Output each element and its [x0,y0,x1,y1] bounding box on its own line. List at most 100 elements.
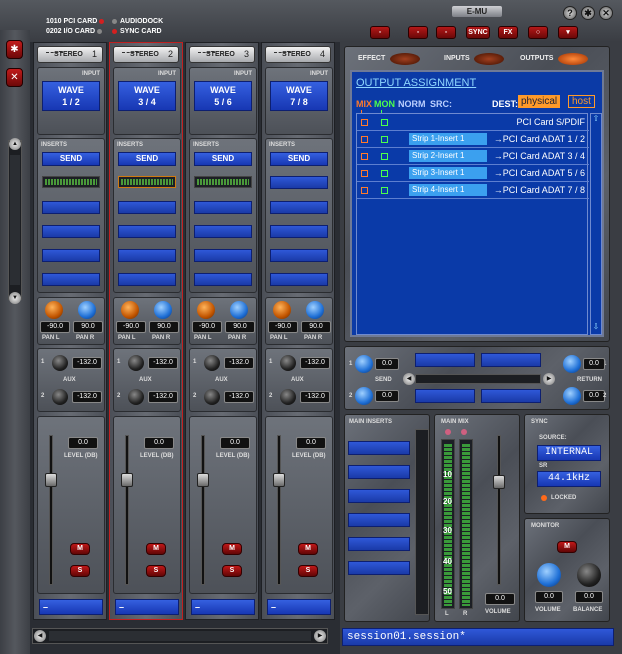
pan-right-knob[interactable] [154,301,172,319]
level-fader-handle[interactable] [197,473,209,487]
pan-right-knob[interactable] [230,301,248,319]
fx-slot-3[interactable] [415,389,475,403]
mon-checkbox[interactable] [381,136,388,143]
mon-checkbox[interactable] [381,153,388,160]
aux-2-value[interactable]: -132.0 [148,391,178,403]
save-session-button[interactable]: ▫ [436,26,456,39]
input-source-button[interactable]: WAVE 1 / 2 [42,81,100,111]
sample-rate-field[interactable]: 44.1kHz [537,471,601,487]
main-insert-slot-4[interactable] [348,513,410,527]
pan-left-knob[interactable] [121,301,139,319]
monitor-volume-value[interactable]: 0.0 [535,591,563,603]
main-insert-slot-1[interactable] [348,441,410,455]
list-item[interactable]: Strip 2-Insert 1 →PCI Card ADAT 3 / 4 [357,148,589,165]
pan-right-value[interactable]: 90.0 [301,321,331,333]
insert-slot-2[interactable] [194,225,252,238]
mix-checkbox[interactable] [361,136,368,143]
level-fader-track[interactable] [277,435,281,585]
main-insert-slot-3[interactable] [348,489,410,503]
main-insert-slot-6[interactable] [348,561,410,575]
tab-outputs[interactable]: OUTPUTS [520,48,553,70]
dest-host-toggle[interactable]: host [568,95,595,108]
level-value[interactable]: 0.0 [144,437,174,449]
insert-slot-1[interactable] [118,201,176,214]
list-up-icon[interactable]: ⇧ [591,114,601,124]
cross-icon[interactable]: ✕ [6,68,23,87]
level-fader-track[interactable] [49,435,53,585]
main-volume-fader-track[interactable] [497,435,501,585]
scroll-down-icon[interactable]: ▼ [9,292,21,304]
solo-button[interactable]: S [222,565,242,577]
star-icon[interactable]: ✱ [6,40,23,59]
inputs-led[interactable] [474,53,504,65]
aux-1-value[interactable]: -132.0 [148,357,178,369]
fx-slot-1[interactable] [415,353,475,367]
row-source[interactable]: Strip 4-Insert 1 [409,184,487,196]
scroll-thumb[interactable] [10,155,20,285]
insert-slot-4[interactable] [270,273,328,286]
strip-horizontal-scrollbar[interactable] [32,628,328,644]
scroll-right-icon[interactable]: ▶ [314,630,326,642]
aux-2-knob[interactable] [128,389,144,405]
fx-scroll-track[interactable] [415,374,541,384]
strip-vertical-scrollbar[interactable] [8,140,22,300]
level-fader-track[interactable] [125,435,129,585]
send-1-knob[interactable] [355,355,373,373]
insert-slot-2[interactable] [270,225,328,238]
mix-checkbox[interactable] [361,153,368,160]
pan-right-knob[interactable] [78,301,96,319]
insert-slot-3[interactable] [270,249,328,262]
open-session-button[interactable]: ▫ [408,26,428,39]
pan-left-value[interactable]: -90.0 [116,321,146,333]
assignment-scrollbar[interactable] [590,113,602,335]
list-down-icon[interactable]: ⇩ [591,322,601,332]
mix-checkbox[interactable] [361,187,368,194]
level-fader-handle[interactable] [121,473,133,487]
aux-1-value[interactable]: -132.0 [300,357,330,369]
mute-button[interactable]: M [298,543,318,555]
strip-output-button[interactable]: – [39,599,103,615]
mute-button[interactable]: M [70,543,90,555]
list-item[interactable]: PCI Card S/PDIF [357,114,589,131]
aux-2-knob[interactable] [204,389,220,405]
outputs-led[interactable] [558,53,588,65]
minimize-icon[interactable]: ✱ [581,6,595,20]
mix-checkbox[interactable] [361,170,368,177]
return-1-knob[interactable] [563,355,581,373]
monitor-volume-knob[interactable] [537,563,561,587]
list-item[interactable]: Strip 4-Insert 1 →PCI Card ADAT 7 / 8 [357,182,589,199]
strip-output-button[interactable]: – [267,599,331,615]
new-session-button[interactable]: ▫ [370,26,390,39]
fx-slot-4[interactable] [481,389,541,403]
pan-right-value[interactable]: 90.0 [73,321,103,333]
pan-left-value[interactable]: -90.0 [268,321,298,333]
pan-right-knob[interactable] [306,301,324,319]
return-2-value[interactable]: 0.0 [583,390,605,402]
insert-slot-0[interactable] [270,176,328,189]
scroll-thumb[interactable] [49,631,311,641]
help-icon[interactable]: ? [563,6,577,20]
return-2-knob[interactable] [563,387,581,405]
strip-title[interactable]: STEREO 4 [265,46,331,63]
session-name-field[interactable]: session01.session* [342,628,614,646]
insert-slot-1[interactable] [42,201,100,214]
sync-source-field[interactable]: INTERNAL [537,445,601,461]
mon-checkbox[interactable] [381,170,388,177]
insert-slot-3[interactable] [194,249,252,262]
pan-left-value[interactable]: -90.0 [40,321,70,333]
send-2-knob[interactable] [355,387,373,405]
menu-button[interactable]: ▾ [558,26,578,39]
mute-button[interactable]: M [222,543,242,555]
pan-right-value[interactable]: 90.0 [225,321,255,333]
aux-1-knob[interactable] [128,355,144,371]
aux-2-value[interactable]: -132.0 [224,391,254,403]
fx-right-icon[interactable]: ▶ [543,373,555,385]
return-1-value[interactable]: 0.0 [583,358,605,370]
send-button[interactable]: SEND [194,152,252,166]
fx-left-icon[interactable]: ◀ [403,373,415,385]
effect-led[interactable] [390,53,420,65]
pan-left-value[interactable]: -90.0 [192,321,222,333]
tab-effect[interactable]: EFFECT [358,48,385,70]
dest-physical-toggle[interactable]: physical [518,95,561,108]
main-volume-value[interactable]: 0.0 [485,593,515,605]
